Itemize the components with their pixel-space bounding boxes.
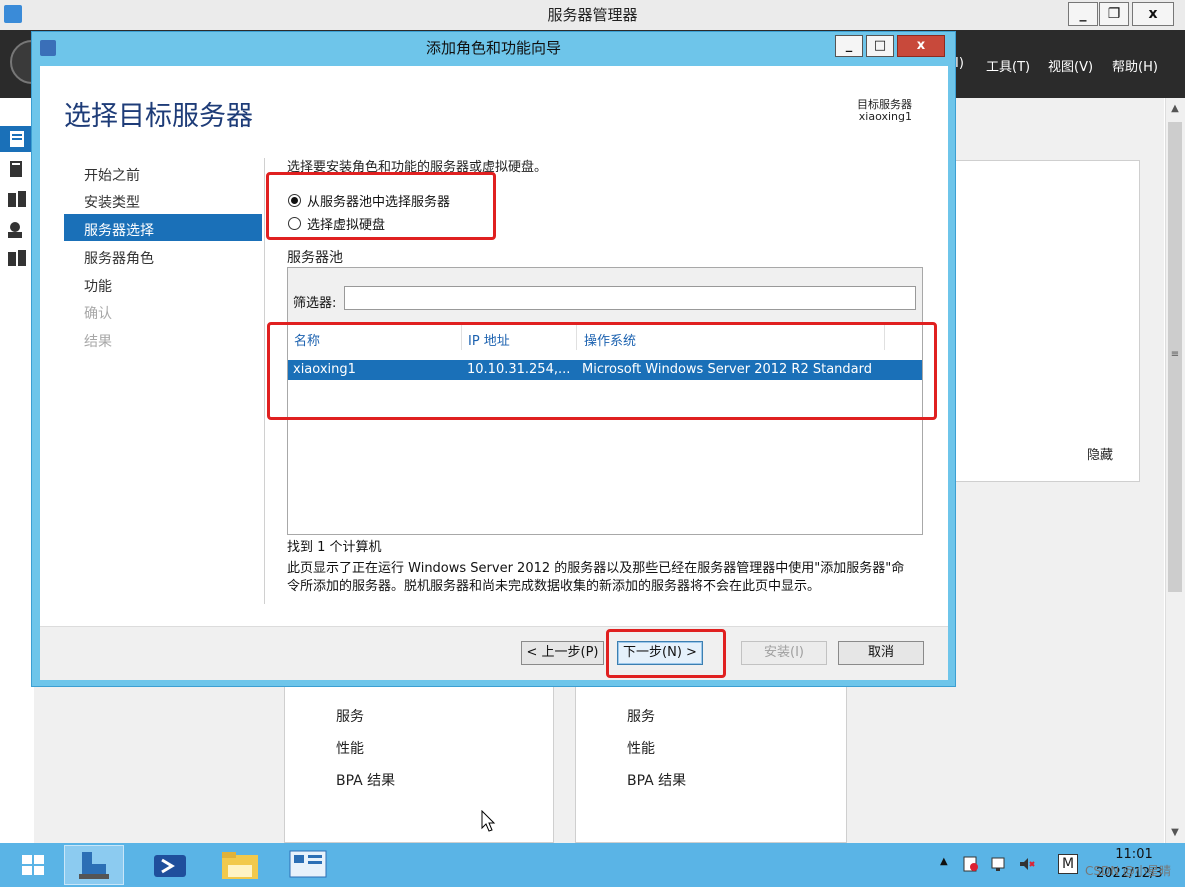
- highlight-next-box: [606, 629, 726, 678]
- scroll-grip-icon: ≡: [1170, 349, 1180, 360]
- steps-divider: [264, 158, 265, 604]
- install-button: 安装(I): [741, 641, 827, 665]
- mouse-cursor-icon: [481, 810, 496, 832]
- file-explorer-icon[interactable]: [210, 845, 270, 885]
- start-button-icon[interactable]: [8, 845, 58, 885]
- tile-right-performance[interactable]: 性能: [627, 738, 655, 758]
- sm-minimize-button[interactable]: _: [1068, 2, 1098, 26]
- volume-muted-icon[interactable]: [1018, 855, 1036, 873]
- step-server-selection[interactable]: 服务器选择: [84, 220, 154, 240]
- step-installation-type[interactable]: 安装类型: [84, 192, 140, 212]
- ime-indicator[interactable]: M: [1058, 854, 1078, 874]
- step-results: 结果: [84, 334, 112, 350]
- tile-right-services[interactable]: 服务: [627, 706, 655, 726]
- watermark: CSDN @小星晴: [1085, 864, 1172, 878]
- found-count: 找到 1 个计算机: [287, 540, 382, 555]
- menu-view[interactable]: 视图(V): [1048, 56, 1093, 75]
- wizard-maximize-button[interactable]: □: [866, 35, 894, 57]
- step-features[interactable]: 功能: [84, 276, 112, 296]
- tile-left-performance[interactable]: 性能: [336, 738, 364, 758]
- menu-help[interactable]: 帮助(H): [1112, 56, 1158, 75]
- local-server-icon[interactable]: [2, 158, 32, 180]
- scroll-down-icon[interactable]: ▼: [1168, 826, 1182, 840]
- server-pool-label: 服务器池: [287, 250, 343, 266]
- menu-tools[interactable]: 工具(T): [986, 56, 1030, 75]
- cancel-button[interactable]: 取消: [838, 641, 924, 665]
- control-panel-icon[interactable]: [278, 845, 338, 885]
- highlight-radio-box: [266, 172, 496, 240]
- tile-roles-left: [284, 680, 554, 843]
- sm-restore-button[interactable]: ❐: [1099, 2, 1129, 26]
- taskbar-server-manager[interactable]: [64, 845, 124, 885]
- step-confirmation: 确认: [84, 306, 112, 322]
- highlight-list-box: [267, 322, 937, 420]
- scroll-up-icon[interactable]: ▲: [1168, 102, 1182, 116]
- tile-left-bpa[interactable]: BPA 结果: [336, 770, 395, 790]
- step-before-you-begin[interactable]: 开始之前: [84, 165, 140, 185]
- powershell-icon[interactable]: [140, 845, 200, 885]
- previous-button[interactable]: < 上一步(P): [521, 641, 604, 665]
- menu-manage[interactable]: I): [955, 56, 964, 71]
- page-title: 选择目标服务器: [64, 101, 253, 132]
- network-icon[interactable]: [990, 855, 1008, 873]
- description-text: 此页显示了正在运行 Windows Server 2012 的服务器以及那些已经…: [287, 561, 905, 594]
- sm-close-button[interactable]: x: [1132, 2, 1174, 26]
- filter-input[interactable]: [344, 286, 916, 310]
- wizard-minimize-button[interactable]: _: [835, 35, 863, 57]
- server-manager-title: 服务器管理器: [547, 6, 638, 24]
- action-center-icon[interactable]: [962, 855, 980, 873]
- destination-server-value: xiaoxing1: [858, 110, 912, 123]
- step-server-roles[interactable]: 服务器角色: [84, 248, 154, 268]
- wizard-title: 添加角色和功能向导: [425, 39, 561, 57]
- tile-left-services[interactable]: 服务: [336, 706, 364, 726]
- clock-time[interactable]: 11:01: [1112, 847, 1156, 862]
- dashboard-icon: [10, 131, 24, 147]
- server-manager-icon: [79, 852, 109, 879]
- welcome-panel: [950, 160, 1140, 482]
- tray-expand-icon[interactable]: ▲: [940, 856, 948, 867]
- tile-right-bpa[interactable]: BPA 结果: [627, 770, 686, 790]
- filter-label: 筛选器:: [293, 296, 337, 311]
- iis-icon[interactable]: [2, 246, 32, 268]
- tile-roles-right: [575, 680, 847, 843]
- file-services-icon[interactable]: [2, 218, 32, 240]
- wizard-close-button[interactable]: x: [897, 35, 945, 57]
- all-servers-icon[interactable]: [2, 188, 32, 210]
- hide-link[interactable]: 隐藏: [1087, 444, 1113, 463]
